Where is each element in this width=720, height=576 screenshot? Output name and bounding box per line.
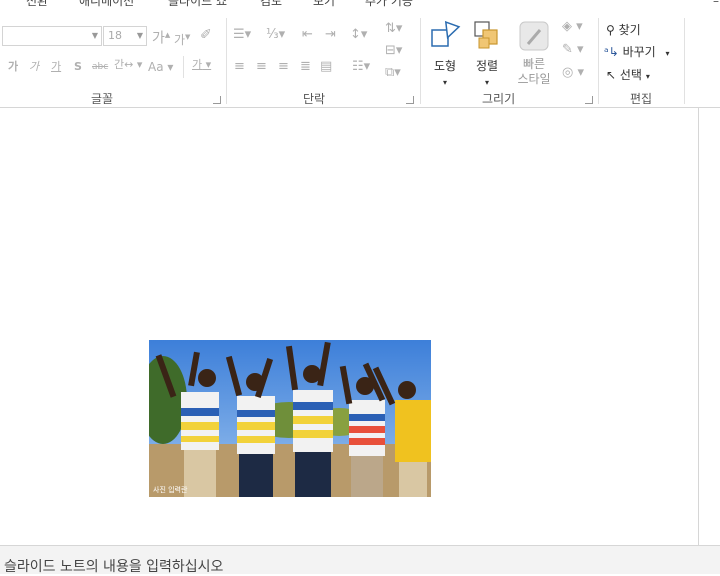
shape-effects-icon[interactable]: ◎ ▾ bbox=[562, 66, 584, 80]
shape-outline-icon[interactable]: ✎ ▾ bbox=[562, 43, 584, 57]
numbering-icon[interactable]: ⅓▾ bbox=[266, 28, 285, 42]
justify-icon[interactable]: ≣ bbox=[300, 60, 311, 74]
align-left-icon[interactable]: ≡ bbox=[234, 60, 245, 74]
ribbon: ▼ 18 ▼ 가▲ 가▼ ✐ 가 가 가 S abc 간↔ ▾ Aa ▾ 가 ▾ … bbox=[0, 14, 720, 108]
font-name-combo[interactable]: ▼ bbox=[2, 26, 102, 46]
replace-button[interactable]: ᵃ↳ 바꾸기 ▾ bbox=[604, 43, 670, 60]
columns-icon[interactable]: ☷▾ bbox=[352, 60, 370, 74]
align-center-icon[interactable]: ≡ bbox=[256, 60, 267, 74]
binoculars-icon: ⚲ bbox=[606, 23, 615, 37]
shapes-icon bbox=[431, 20, 461, 47]
chevron-down-icon: ▾ bbox=[645, 72, 650, 81]
tab-slideshow[interactable]: 슬라이드 쇼 bbox=[168, 0, 227, 9]
drawing-dialog-launcher[interactable] bbox=[585, 96, 593, 104]
tab-review[interactable]: 검토 bbox=[260, 0, 282, 9]
strikethrough-button[interactable]: abc bbox=[92, 60, 108, 74]
increase-indent-icon[interactable]: ⇥ bbox=[325, 28, 336, 42]
shapes-button[interactable]: 도형 ▾ bbox=[426, 20, 464, 88]
ribbon-tabs: 전환 애니메이션 슬라이드 쇼 검토 보기 추가 기능 – bbox=[0, 0, 720, 14]
photo-caption: 사진 입력란 bbox=[153, 485, 188, 494]
paragraph-dialog-launcher[interactable] bbox=[406, 96, 414, 104]
underline-button[interactable]: 가 bbox=[51, 60, 61, 74]
chevron-down-icon: ▾ bbox=[665, 49, 670, 58]
tab-view[interactable]: 보기 bbox=[313, 0, 335, 9]
distributed-icon[interactable]: ▤ bbox=[320, 60, 332, 74]
notes-placeholder: 슬라이드 노트의 내용을 입력하십시오 bbox=[4, 559, 224, 575]
clear-format-icon[interactable]: ✐ bbox=[200, 28, 212, 42]
font-dialog-launcher[interactable] bbox=[213, 96, 221, 104]
tab-addins[interactable]: 추가 기능 bbox=[365, 0, 413, 9]
change-case-button[interactable]: Aa ▾ bbox=[148, 60, 173, 74]
arrange-button[interactable]: 정렬 ▾ bbox=[468, 20, 506, 88]
bullets-icon[interactable]: ☰▾ bbox=[233, 28, 251, 42]
font-group-label: 글꼴 bbox=[91, 92, 114, 106]
tab-animations[interactable]: 애니메이션 bbox=[79, 0, 134, 9]
char-spacing-button[interactable]: 간↔ ▾ bbox=[114, 58, 142, 72]
shadow-button[interactable]: S bbox=[74, 60, 82, 74]
decrease-indent-icon[interactable]: ⇤ bbox=[302, 28, 313, 42]
smartart-icon[interactable]: ⧉▾ bbox=[385, 66, 401, 80]
font-color-button[interactable]: 가 ▾ bbox=[192, 58, 211, 72]
shape-fill-icon[interactable]: ◈ ▾ bbox=[562, 20, 583, 34]
font-size-combo[interactable]: 18 ▼ bbox=[103, 26, 147, 46]
cursor-icon: ↖ bbox=[606, 68, 617, 82]
chevron-down-icon: ▼ bbox=[91, 31, 98, 40]
tab-transitions[interactable]: 전환 bbox=[26, 0, 48, 9]
line-spacing-icon[interactable]: ↕▾ bbox=[350, 28, 367, 42]
shrink-font-button[interactable]: 가▼ bbox=[174, 30, 190, 47]
paragraph-group-label: 단락 bbox=[303, 92, 326, 106]
align-text-icon[interactable]: ⊟▾ bbox=[385, 44, 402, 58]
slide-photo[interactable]: 사진 입력란 bbox=[149, 340, 431, 497]
notes-pane[interactable]: 슬라이드 노트의 내용을 입력하십시오 bbox=[0, 545, 720, 575]
bold-button[interactable]: 가 bbox=[8, 60, 18, 74]
text-direction-icon[interactable]: ⇅▾ bbox=[385, 22, 402, 36]
align-right-icon[interactable]: ≡ bbox=[278, 60, 289, 74]
arrange-icon bbox=[474, 21, 498, 49]
drawing-group-label: 그리기 bbox=[482, 92, 516, 106]
children-photo-image: 사진 입력란 bbox=[149, 340, 431, 497]
vertical-scrollbar[interactable] bbox=[698, 108, 720, 545]
chevron-down-icon: ▼ bbox=[136, 31, 143, 40]
chevron-down-icon: ▾ bbox=[484, 78, 489, 87]
editing-group-label: 편집 bbox=[630, 92, 653, 106]
italic-button[interactable]: 가 bbox=[29, 60, 39, 74]
quick-styles-icon bbox=[519, 21, 549, 51]
window-control-icon[interactable]: – bbox=[713, 0, 719, 8]
select-button[interactable]: ↖ 선택 ▾ bbox=[606, 66, 650, 83]
quick-styles-button[interactable]: 빠른 스타일 bbox=[508, 20, 560, 87]
replace-icon: ᵃ↳ bbox=[604, 45, 619, 59]
grow-font-button[interactable]: 가▲ bbox=[152, 28, 170, 46]
find-button[interactable]: ⚲ 찾기 bbox=[606, 21, 641, 38]
chevron-down-icon: ▾ bbox=[442, 78, 447, 87]
